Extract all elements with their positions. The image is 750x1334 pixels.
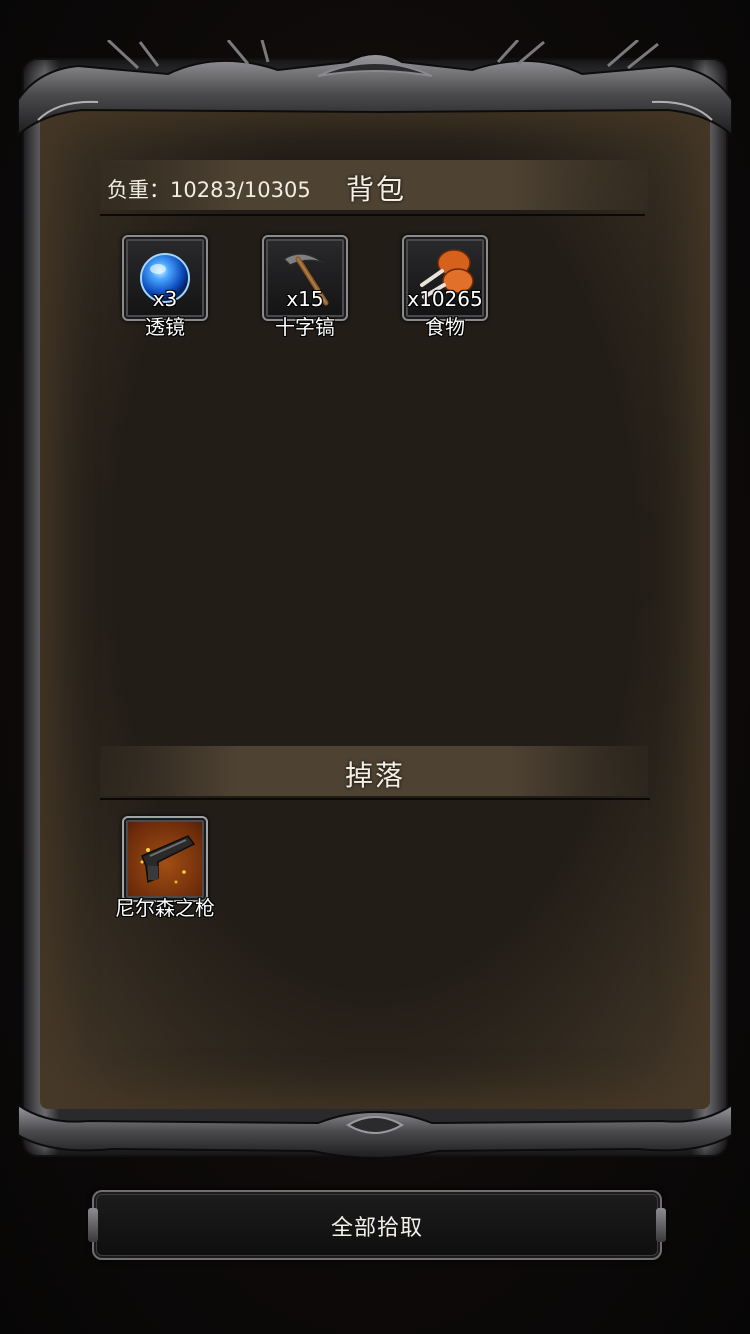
pick-all-button[interactable]: 全部拾取: [88, 1190, 666, 1260]
top-ornament-icon: [18, 40, 732, 137]
drop-slot-nelson-gun[interactable]: 尼尔森之枪: [115, 816, 215, 920]
inventory-slot-pickaxe[interactable]: x15 十字镐: [262, 235, 348, 339]
item-quantity: x3: [152, 287, 178, 311]
bottom-ornament-icon: [18, 1103, 732, 1159]
item-name: 食物: [425, 315, 465, 339]
weight-label: 负重：10283/10305: [107, 178, 311, 202]
backpack-header-divider: [100, 214, 645, 216]
gun-icon: [140, 835, 196, 884]
item-quantity: x10265: [407, 287, 483, 311]
item-name: 尼尔森之枪: [115, 896, 215, 920]
loot-screen: 负重：10283/10305 背包 x3 透镜 x15 十字镐 x10265 食…: [0, 0, 750, 1334]
backpack-title: 背包: [346, 173, 407, 206]
item-quantity: x15: [286, 287, 324, 311]
pick-all-label: 全部拾取: [330, 1216, 423, 1241]
drops-title: 掉落: [345, 759, 406, 792]
drops-header-divider: [100, 798, 650, 800]
inventory-slot-lens[interactable]: x3 透镜: [122, 235, 208, 339]
inventory-slot-food[interactable]: x10265 食物: [402, 235, 488, 339]
